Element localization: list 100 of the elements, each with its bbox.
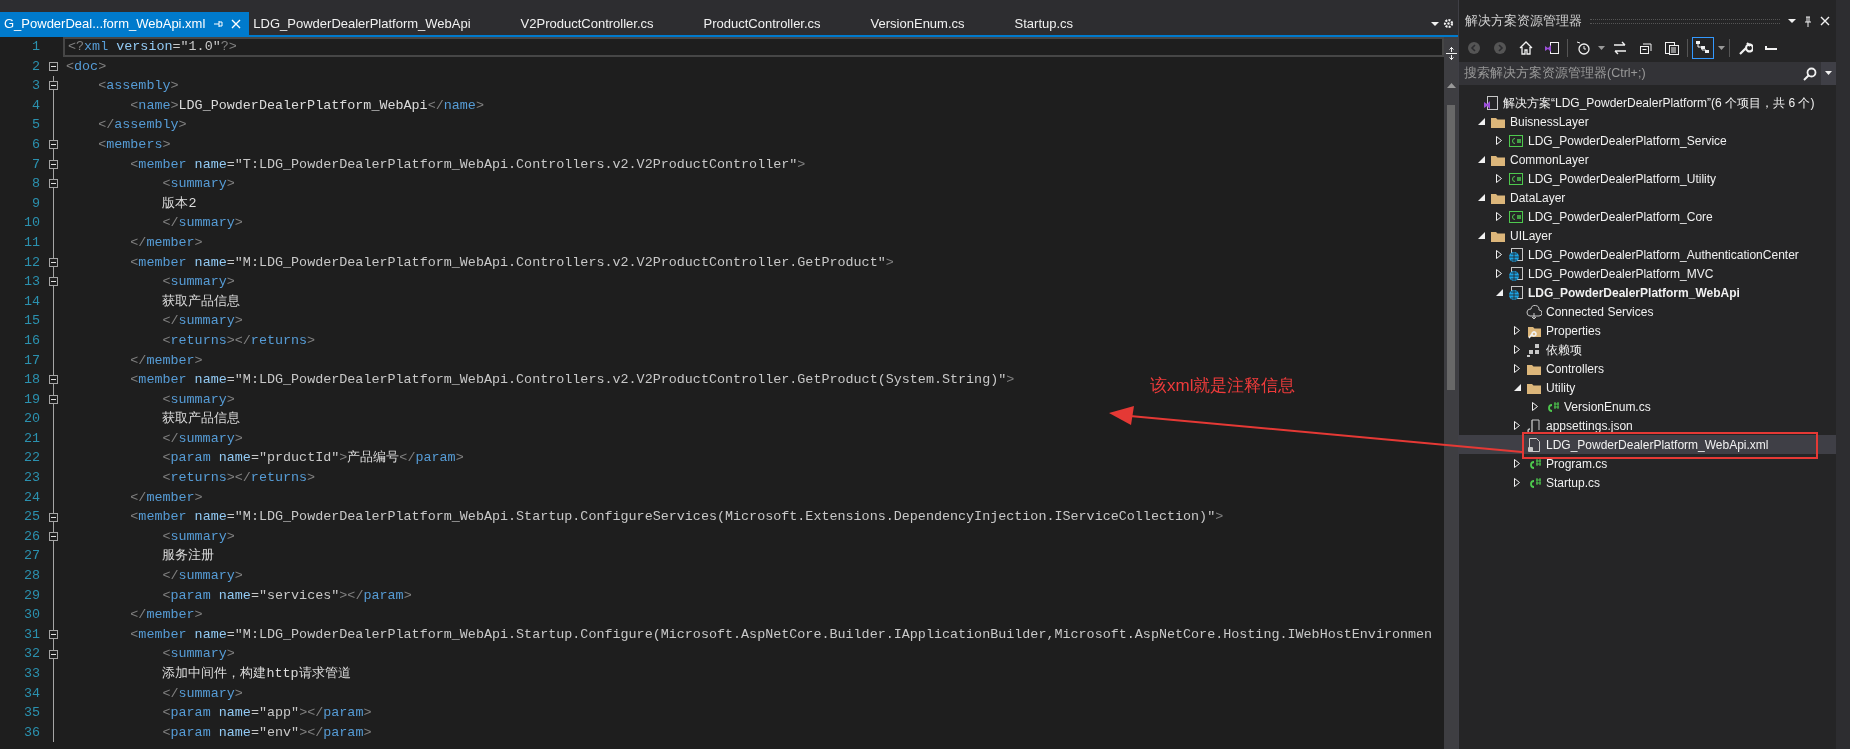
- expander-icon[interactable]: [1477, 156, 1485, 163]
- home-icon[interactable]: [1518, 40, 1534, 56]
- tree-item[interactable]: BuisnessLayer: [1459, 112, 1836, 131]
- tree-item[interactable]: DataLayer: [1459, 188, 1836, 207]
- collapse-icon[interactable]: [49, 257, 58, 267]
- expander-icon[interactable]: [1514, 364, 1520, 373]
- expander-icon[interactable]: [1496, 174, 1502, 183]
- collapse-icon[interactable]: [49, 140, 58, 150]
- collapse-icon[interactable]: [49, 649, 58, 659]
- collapse-icon[interactable]: [49, 630, 58, 640]
- expander-icon[interactable]: [1514, 326, 1520, 335]
- tree-item[interactable]: LDG_PowderDealerPlatform_Service: [1459, 131, 1836, 150]
- tree-item[interactable]: UILayer: [1459, 226, 1836, 245]
- collapse-icon[interactable]: [49, 81, 58, 91]
- expander-icon[interactable]: [1477, 194, 1485, 201]
- expander-icon[interactable]: [1496, 250, 1502, 259]
- tree-item[interactable]: Properties: [1459, 321, 1836, 340]
- expander-icon[interactable]: [1514, 345, 1520, 354]
- copy-icon[interactable]: [1664, 40, 1680, 56]
- tree-item[interactable]: Startup.cs: [1459, 473, 1836, 492]
- code-line: </summary>: [161, 214, 243, 233]
- tree-item[interactable]: LDG_PowderDealerPlatform_Utility: [1459, 169, 1836, 188]
- line-number: 3: [30, 77, 41, 96]
- collapse-icon[interactable]: [49, 375, 58, 385]
- scroll-up-icon[interactable]: [1446, 82, 1456, 89]
- code-line: </member>: [129, 488, 203, 507]
- tree-item[interactable]: Connected Services: [1459, 302, 1836, 321]
- line-number: 1: [30, 38, 41, 56]
- collapse-icon[interactable]: [49, 532, 58, 542]
- line-number: 15: [22, 312, 41, 331]
- tree-item[interactable]: Utility: [1459, 378, 1836, 397]
- close-icon[interactable]: [1820, 16, 1830, 26]
- code-line: 获取产品信息: [161, 292, 241, 311]
- expander-icon[interactable]: [1495, 289, 1503, 296]
- code-line: <param name="services"></param>: [161, 586, 412, 605]
- dropdown-icon[interactable]: [1598, 45, 1605, 51]
- expander-icon[interactable]: [1496, 269, 1502, 278]
- code-line: <summary>: [161, 527, 235, 546]
- tree-item[interactable]: LDG_PowderDealerPlatform_AuthenticationCenter: [1459, 245, 1836, 264]
- line-number: 36: [22, 723, 41, 742]
- tree-item[interactable]: LDG_PowderDealerPlatform_WebApi.xml: [1459, 435, 1836, 454]
- wrench-icon[interactable]: [1737, 40, 1753, 56]
- editor-tab[interactable]: Startup.cs: [1010, 12, 1120, 35]
- tree-item[interactable]: CommonLayer: [1459, 150, 1836, 169]
- expander-icon[interactable]: [1514, 459, 1520, 468]
- line-number: 30: [22, 606, 41, 625]
- line-number: 24: [22, 488, 41, 507]
- tree-item[interactable]: LDG_PowderDealerPlatform_MVC: [1459, 264, 1836, 283]
- code-line: <param name="app"></param>: [161, 704, 372, 723]
- expander-icon[interactable]: [1513, 384, 1521, 391]
- settings-icon[interactable]: [1443, 18, 1454, 29]
- code-line: <member name="M:LDG_PowderDealerPlatform_WebApi.Startup.ConfigureServices(Microsoft.Extensions.DependencyInjection.IServiceCollection)">: [129, 508, 1224, 527]
- line-number: 29: [22, 586, 41, 605]
- collapse-icon[interactable]: [49, 159, 58, 169]
- line-number: 9: [30, 194, 41, 213]
- dropdown-icon[interactable]: [1431, 20, 1439, 27]
- collapse-icon[interactable]: [49, 277, 58, 287]
- scrollbar[interactable]: [1444, 37, 1458, 749]
- collapse-icon[interactable]: [49, 395, 58, 404]
- code-line: </summary>: [161, 429, 243, 448]
- history-icon[interactable]: [1575, 40, 1591, 56]
- collapse-icon[interactable]: [49, 179, 58, 189]
- split-icon[interactable]: [1445, 47, 1457, 61]
- tree-item[interactable]: 解决方案“LDG_PowderDealerPlatform”(6 个项目，共 6 个): [1459, 93, 1836, 112]
- expander-icon[interactable]: [1514, 478, 1520, 487]
- expander-icon[interactable]: [1496, 136, 1502, 145]
- editor-tab[interactable]: LDG_PowderDealerPlatform_WebApi: [249, 12, 517, 35]
- expander-icon[interactable]: [1514, 421, 1520, 430]
- editor-tab[interactable]: VersionEnum.cs: [866, 12, 1011, 35]
- search-input[interactable]: 搜索解决方案资源管理器(Ctrl+;): [1459, 63, 1799, 84]
- code-line: <param name="env"></param>: [161, 723, 372, 742]
- tree-view-button[interactable]: [1692, 37, 1714, 59]
- code-line: 获取产品信息: [161, 410, 241, 429]
- tree-item[interactable]: LDG_PowderDealerPlatform_WebApi: [1459, 283, 1836, 302]
- solution-icon[interactable]: [1544, 40, 1560, 56]
- tree-item[interactable]: VersionEnum.cs: [1459, 397, 1836, 416]
- tree-item[interactable]: Program.cs: [1459, 454, 1836, 473]
- tree-item[interactable]: Controllers: [1459, 359, 1836, 378]
- solution-icon: [1483, 94, 1499, 111]
- scroll-thumb[interactable]: [1447, 105, 1455, 390]
- tree-item[interactable]: LDG_PowderDealerPlatform_Core: [1459, 207, 1836, 226]
- sync-icon[interactable]: [1612, 40, 1628, 56]
- line-number: 16: [22, 331, 41, 350]
- search-field[interactable]: 搜索解决方案资源管理器(Ctrl+;): [1459, 62, 1836, 85]
- collapse-icon[interactable]: [49, 61, 58, 71]
- expander-icon[interactable]: [1477, 232, 1485, 239]
- collapse-all-icon[interactable]: [1638, 40, 1654, 56]
- dropdown-icon[interactable]: [1825, 71, 1832, 76]
- dropdown-icon[interactable]: [1788, 18, 1796, 24]
- editor-tab[interactable]: V2ProductController.cs: [516, 12, 700, 35]
- dropdown-icon[interactable]: [1718, 45, 1725, 51]
- tree-item[interactable]: appsettings.json: [1459, 416, 1836, 435]
- expander-icon[interactable]: [1477, 118, 1485, 125]
- collapse-icon[interactable]: [49, 512, 58, 522]
- expander-icon[interactable]: [1496, 212, 1502, 221]
- expander-icon[interactable]: [1532, 402, 1538, 411]
- search-icon[interactable]: [1803, 67, 1817, 82]
- pin-icon[interactable]: [1804, 15, 1812, 27]
- editor-tab[interactable]: ProductController.cs: [699, 12, 867, 35]
- tree-item[interactable]: 依赖项: [1459, 340, 1836, 359]
